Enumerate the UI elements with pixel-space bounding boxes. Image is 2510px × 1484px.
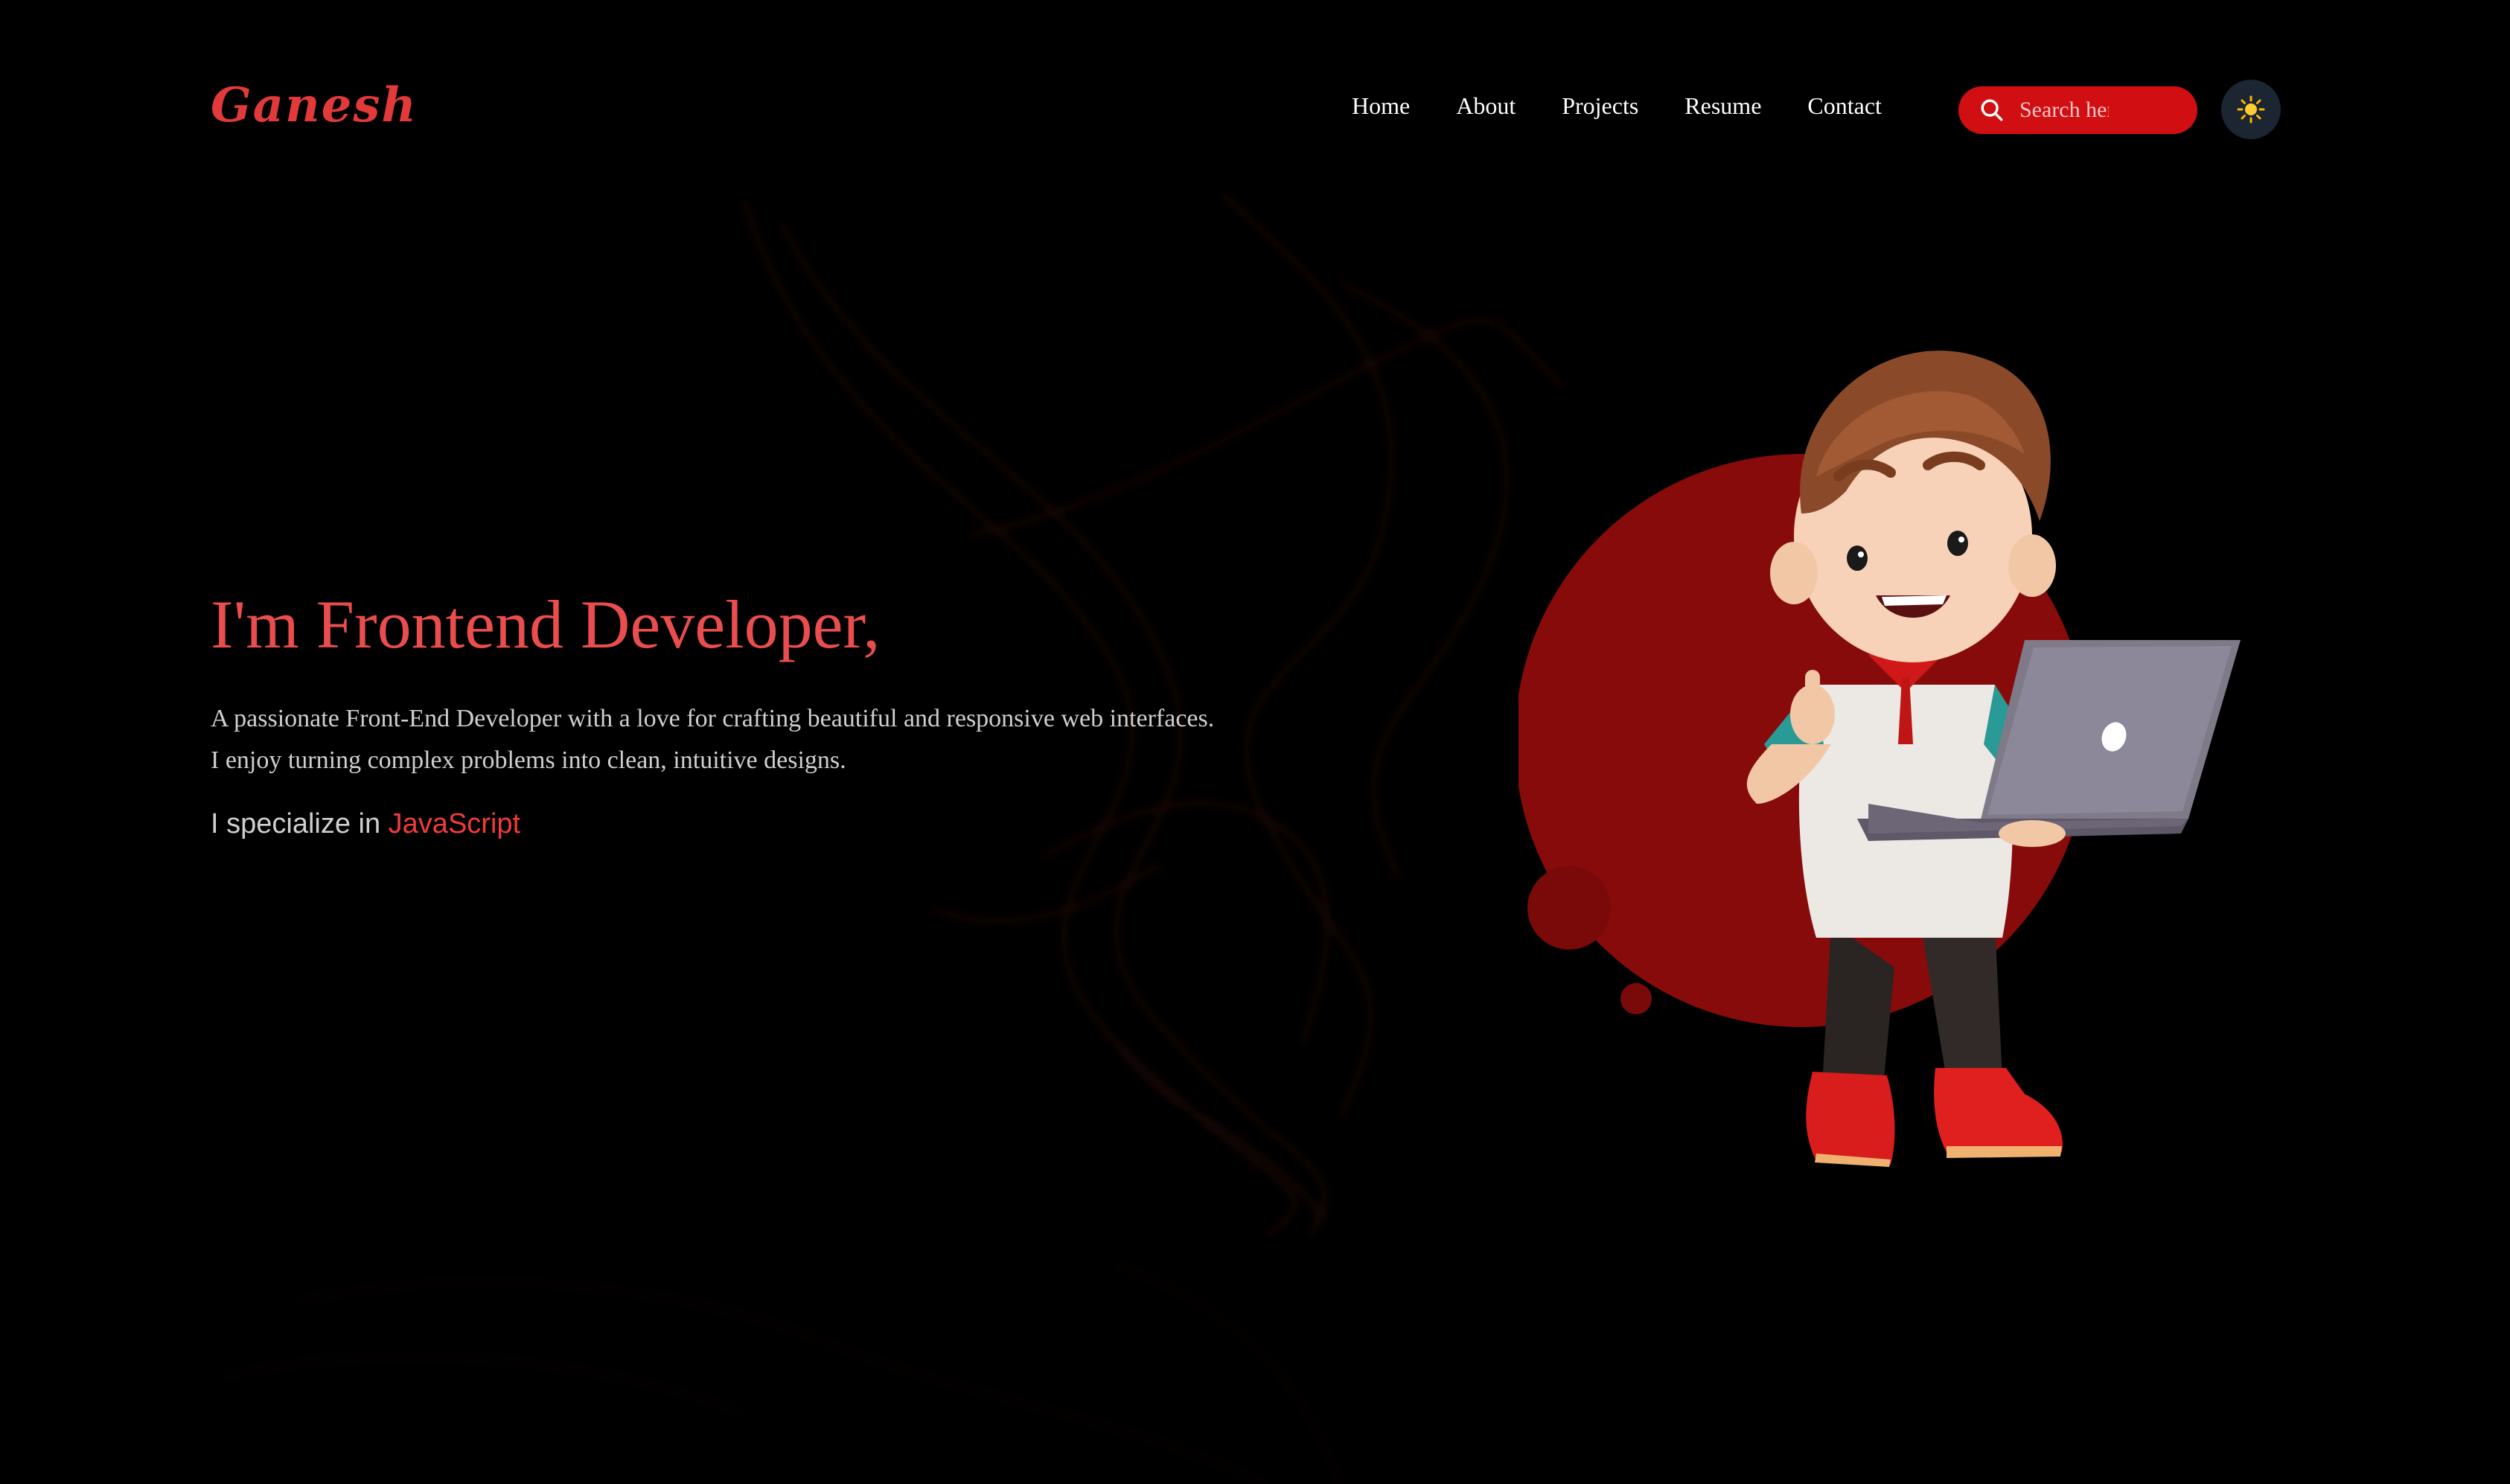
nav-item-contact[interactable]: Contact: [1807, 92, 1882, 120]
main-nav: Home About Projects Resume Contact: [1352, 92, 1882, 120]
search-icon: [1981, 99, 2003, 121]
hero-description-line-2: I enjoy turning complex problems into cl…: [211, 746, 846, 774]
small-red-circle: [1620, 983, 1652, 1014]
specialize-prefix: I specialize in: [211, 808, 389, 839]
hero-description-line-1: A passionate Front-End Developer with a …: [211, 705, 1215, 732]
developer-illustration: [1519, 351, 2241, 1167]
logo[interactable]: Ganesh: [211, 77, 418, 133]
search-box[interactable]: [1958, 86, 2197, 134]
typed-skill: JavaScript: [388, 808, 521, 839]
nav-item-projects[interactable]: Projects: [1562, 92, 1638, 120]
specialize-line: I specialize in JavaScript: [211, 808, 520, 840]
hero-description: A passionate Front-End Developer with a …: [211, 698, 1327, 781]
medium-red-circle: [1527, 866, 1611, 950]
theme-toggle-button[interactable]: [2221, 80, 2281, 139]
nav-item-resume[interactable]: Resume: [1684, 92, 1761, 120]
nav-item-about[interactable]: About: [1456, 92, 1516, 120]
hero-title: I'm Frontend Developer,: [211, 586, 881, 662]
search-input[interactable]: [2018, 97, 2110, 124]
sun-icon: [2237, 95, 2265, 124]
nav-item-home[interactable]: Home: [1352, 92, 1410, 120]
